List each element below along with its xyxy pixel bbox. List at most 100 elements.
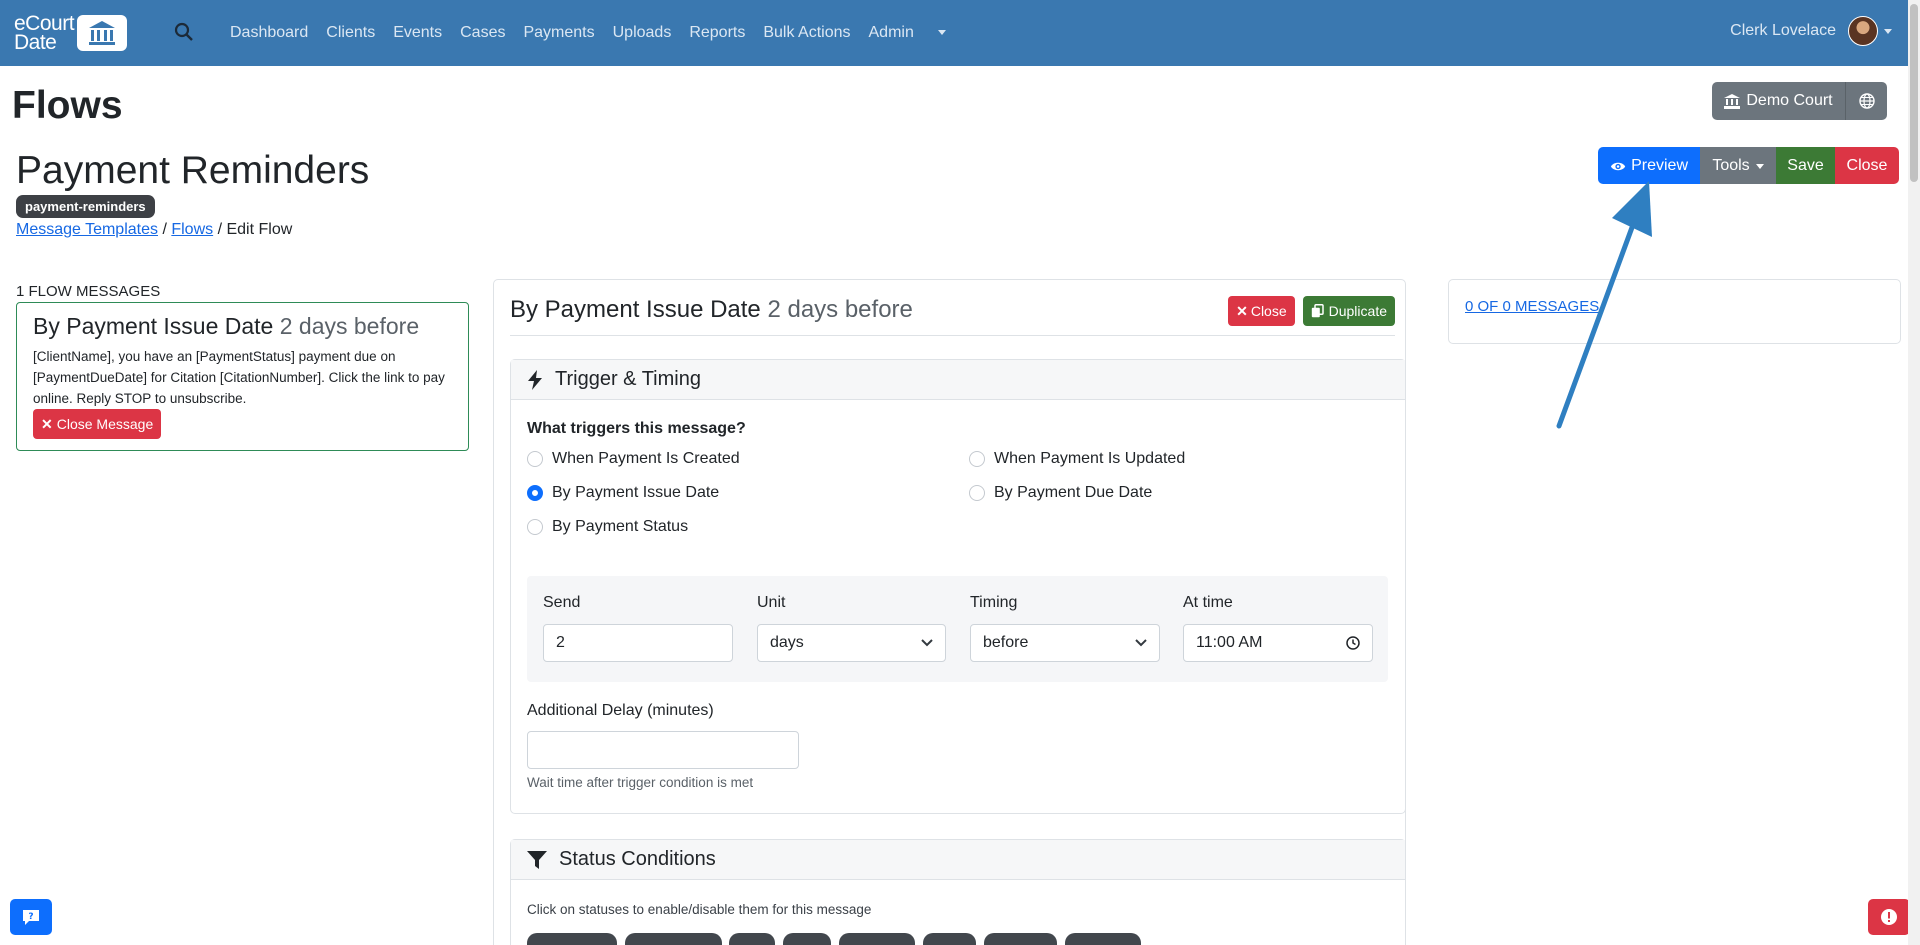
breadcrumb-separator: /: [158, 221, 172, 238]
close-message-button[interactable]: ✕ Close Message: [33, 409, 162, 439]
x-icon: ✕: [1236, 302, 1248, 319]
radio-button[interactable]: [527, 451, 543, 467]
nav-reports[interactable]: Reports: [689, 24, 745, 42]
nav-bulk-actions[interactable]: Bulk Actions: [763, 24, 850, 42]
user-name: Clerk Lovelace: [1730, 22, 1836, 39]
status-toggle-pill[interactable]: [839, 933, 915, 945]
duplicate-label: Duplicate: [1328, 303, 1387, 319]
breadcrumb-flows[interactable]: Flows: [171, 221, 213, 238]
timing-select[interactable]: before: [970, 624, 1160, 662]
radio-button[interactable]: [527, 519, 543, 535]
messages-count-link[interactable]: 0 OF 0 MESSAGES: [1465, 298, 1599, 315]
breadcrumb-current: Edit Flow: [226, 221, 293, 238]
timing-value: before: [983, 634, 1029, 651]
language-button[interactable]: [1845, 82, 1887, 120]
editor-close-button[interactable]: ✕ Close: [1228, 296, 1295, 326]
caret-down-icon: [1884, 28, 1892, 34]
nav-admin-dropdown[interactable]: Admin: [869, 24, 946, 42]
error-report-button[interactable]: [1868, 899, 1910, 935]
nav-clients[interactable]: Clients: [326, 24, 375, 42]
bank-icon: [1724, 93, 1741, 109]
nav-uploads[interactable]: Uploads: [613, 24, 672, 42]
at-time-input[interactable]: 11:00 AM: [1183, 624, 1373, 662]
svg-text:?: ?: [28, 912, 33, 922]
logo-text: eCourt Date: [14, 13, 75, 53]
status-toggle-pill[interactable]: [1065, 933, 1141, 945]
duplicate-button[interactable]: Duplicate: [1302, 296, 1395, 326]
filter-icon: [527, 850, 547, 869]
trigger-option-label: By Payment Status: [552, 518, 689, 535]
scrollbar-thumb[interactable]: [1910, 4, 1918, 182]
flow-slug-badge: payment-reminders: [16, 195, 155, 218]
radio-button-selected[interactable]: [527, 485, 543, 501]
status-toggle-pill[interactable]: [527, 933, 617, 945]
save-button[interactable]: Save: [1776, 147, 1835, 184]
timing-fields: Send 2 Unit days Timing before At time 1…: [527, 576, 1388, 682]
trigger-option-payment-created[interactable]: When Payment Is Created: [527, 450, 740, 468]
status-conditions-header: Status Conditions: [511, 840, 1405, 880]
editor-title: By Payment Issue Date 2 days before: [510, 296, 913, 324]
status-conditions-title: Status Conditions: [559, 848, 716, 870]
message-timing: 2 days before: [279, 313, 420, 339]
status-toggle-pill[interactable]: [625, 933, 722, 945]
courthouse-icon: [77, 15, 128, 51]
close-button[interactable]: Close: [1835, 147, 1899, 184]
search-icon[interactable]: [174, 22, 196, 44]
copy-icon: [1311, 304, 1324, 318]
feedback-button[interactable]: ?: [10, 899, 52, 935]
alert-icon: [1881, 909, 1897, 925]
trigger-option-due-date[interactable]: By Payment Due Date: [969, 484, 1152, 502]
page-scrollbar[interactable]: [1908, 0, 1920, 945]
clock-icon[interactable]: [1346, 636, 1360, 650]
flow-title: Payment Reminders: [16, 149, 370, 192]
trigger-option-payment-status[interactable]: By Payment Status: [527, 518, 688, 536]
top-navbar: eCourt Date Dashboard Clients Events Cas…: [0, 0, 1920, 66]
nav-events[interactable]: Events: [393, 24, 442, 42]
editor-timing: 2 days before: [767, 296, 913, 323]
tools-dropdown-button[interactable]: Tools: [1700, 147, 1776, 184]
chevron-down-icon: [921, 639, 933, 647]
message-editor: By Payment Issue Date 2 days before ✕ Cl…: [493, 279, 1406, 945]
send-value: 2: [556, 634, 565, 651]
radio-button[interactable]: [969, 451, 985, 467]
user-menu[interactable]: Clerk Lovelace: [1730, 16, 1892, 46]
chat-question-icon: ?: [23, 909, 39, 925]
message-card-title: By Payment Issue Date 2 days before: [33, 313, 452, 340]
status-toggle-pill[interactable]: [729, 933, 775, 945]
trigger-timing-section: Trigger & Timing What triggers this mess…: [510, 359, 1406, 814]
radio-button[interactable]: [969, 485, 985, 501]
trigger-timing-header: Trigger & Timing: [511, 360, 1405, 400]
status-toggle-pill[interactable]: [984, 933, 1057, 945]
caret-down-icon: [1755, 163, 1764, 169]
status-conditions-help: Click on statuses to enable/disable them…: [527, 902, 872, 917]
court-selector-group: Demo Court: [1712, 82, 1887, 120]
breadcrumb-message-templates[interactable]: Message Templates: [16, 221, 158, 238]
status-toggle-pill[interactable]: [923, 933, 976, 945]
chevron-down-icon: [1135, 639, 1147, 647]
at-time-label: At time: [1183, 594, 1233, 611]
breadcrumb: Message Templates / Flows / Edit Flow: [16, 221, 292, 239]
close-message-label: Close Message: [56, 416, 154, 432]
court-selector-button[interactable]: Demo Court: [1712, 82, 1845, 120]
additional-delay-input[interactable]: [527, 731, 799, 769]
send-label: Send: [543, 594, 581, 611]
flow-message-card[interactable]: By Payment Issue Date 2 days before [Cli…: [16, 302, 469, 451]
send-input[interactable]: 2: [543, 624, 733, 662]
nav-cases[interactable]: Cases: [460, 24, 505, 42]
unit-label: Unit: [757, 594, 786, 611]
unit-select[interactable]: days: [757, 624, 946, 662]
trigger-option-label: By Payment Issue Date: [552, 484, 720, 501]
message-body: [ClientName], you have an [PaymentStatus…: [33, 349, 445, 406]
trigger-option-issue-date[interactable]: By Payment Issue Date: [527, 484, 719, 502]
app-logo[interactable]: eCourt Date: [14, 13, 128, 53]
editor-trigger: By Payment Issue Date: [510, 296, 761, 323]
status-toggle-pill[interactable]: [783, 933, 831, 945]
trigger-question: What triggers this message?: [527, 420, 746, 437]
nav-links: Dashboard Clients Events Cases Payments …: [230, 0, 964, 66]
nav-payments[interactable]: Payments: [523, 24, 594, 42]
preview-button[interactable]: Preview: [1598, 147, 1700, 184]
nav-dashboard[interactable]: Dashboard: [230, 24, 308, 42]
trigger-option-payment-updated[interactable]: When Payment Is Updated: [969, 450, 1185, 468]
nav-admin-label: Admin: [868, 24, 914, 41]
editor-buttons: ✕ Close Duplicate: [1228, 296, 1395, 326]
